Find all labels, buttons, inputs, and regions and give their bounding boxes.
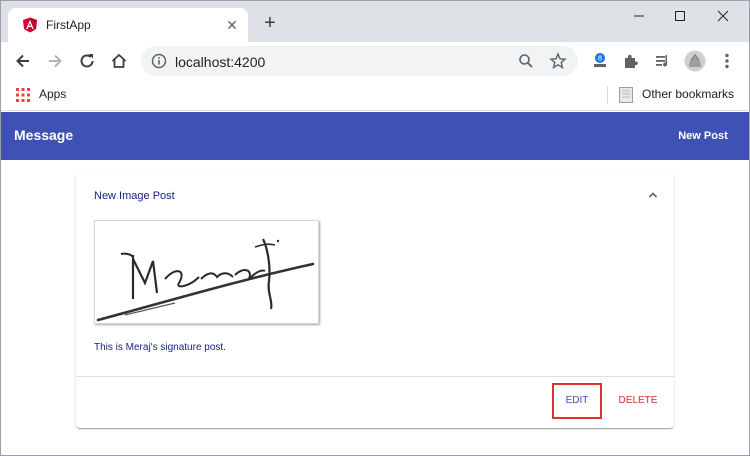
browser-toolbar: localhost:4200 8 xyxy=(0,42,750,80)
tab-strip: FirstApp ✕ + xyxy=(0,0,750,42)
puzzle-icon[interactable] xyxy=(621,51,641,71)
bookmarks-bar: Apps Other bookmarks xyxy=(0,80,750,111)
extension-account-icon[interactable]: 8 xyxy=(590,51,610,71)
star-icon[interactable] xyxy=(549,52,567,70)
back-arrow-icon[interactable] xyxy=(13,51,33,71)
panel-header[interactable]: New Image Post xyxy=(76,172,674,220)
action-divider xyxy=(76,376,674,377)
apps-bookmark[interactable]: Apps xyxy=(39,87,66,101)
angular-icon xyxy=(23,17,37,33)
chevron-up-icon[interactable] xyxy=(646,188,660,202)
other-bookmarks[interactable]: Other bookmarks xyxy=(642,87,734,101)
post-title: New Image Post xyxy=(94,190,175,202)
svg-text:8: 8 xyxy=(598,55,602,63)
folder-icon xyxy=(619,87,633,103)
app-title[interactable]: Message xyxy=(14,127,73,143)
media-queue-icon[interactable] xyxy=(653,51,673,71)
edit-button[interactable]: EDIT xyxy=(552,383,602,419)
delete-button[interactable]: DELETE xyxy=(612,385,664,417)
window-close-icon[interactable] xyxy=(709,6,737,26)
home-icon[interactable] xyxy=(109,51,129,71)
plus-icon[interactable]: + xyxy=(259,13,281,35)
signature-image xyxy=(96,238,315,322)
maximize-icon[interactable] xyxy=(666,6,694,26)
reload-icon[interactable] xyxy=(77,51,97,71)
new-post-link[interactable]: New Post xyxy=(670,124,736,148)
apps-grid-icon[interactable] xyxy=(16,88,30,102)
app-toolbar: Message New Post xyxy=(0,112,750,160)
bookmarks-divider xyxy=(607,86,608,104)
browser-tab[interactable]: FirstApp ✕ xyxy=(8,8,248,42)
url-text[interactable]: localhost:4200 xyxy=(175,54,265,70)
info-icon[interactable] xyxy=(151,53,167,69)
menu-dots-icon[interactable] xyxy=(717,51,737,71)
close-icon[interactable]: ✕ xyxy=(224,17,240,33)
forward-arrow-icon[interactable] xyxy=(45,51,65,71)
zoom-icon[interactable] xyxy=(517,52,535,70)
post-expansion-panel: New Image Post This is Meraj's signature… xyxy=(76,172,674,428)
tab-title: FirstApp xyxy=(46,18,91,32)
post-content: This is Meraj's signature post. xyxy=(94,342,226,353)
address-bar[interactable]: localhost:4200 xyxy=(141,46,578,76)
minimize-icon[interactable] xyxy=(625,6,653,26)
profile-avatar-icon[interactable] xyxy=(684,50,706,72)
post-image xyxy=(94,220,319,324)
